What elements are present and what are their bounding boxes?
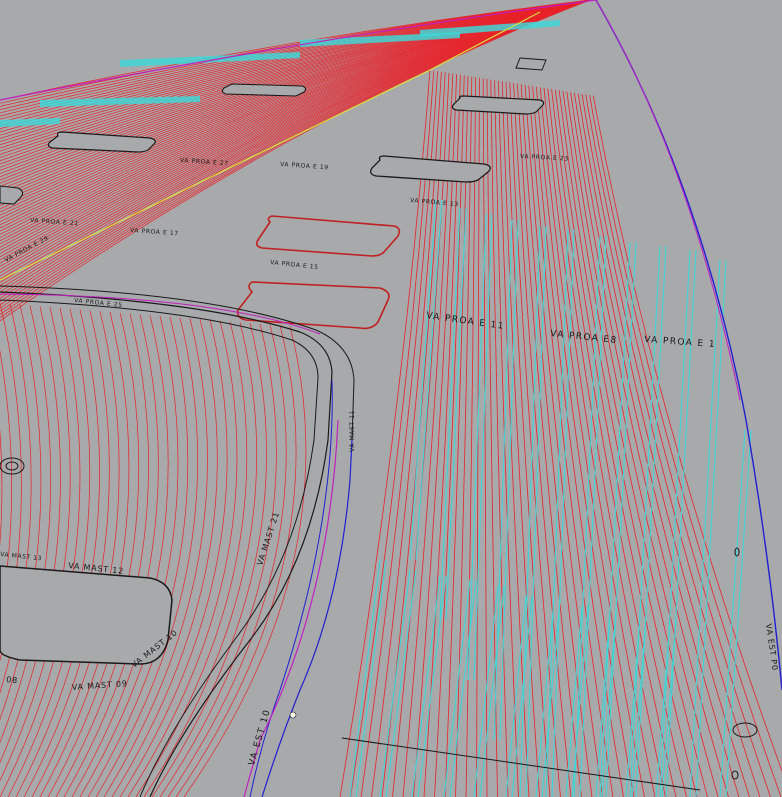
- hatch-opening[interactable]: [221, 83, 307, 97]
- hatch-opening[interactable]: [515, 57, 547, 71]
- cursor-point: [289, 711, 297, 719]
- deck-plank-drawing[interactable]: VA PROA E 11 VA PROA E8 VA PROA E 1 VA M…: [0, 0, 782, 797]
- label-mast-08: 08: [6, 675, 19, 685]
- cad-viewport[interactable]: VA PROA E 11 VA PROA E8 VA PROA E 1 VA M…: [0, 0, 782, 797]
- label-mast-11: VA MAST 11: [349, 410, 356, 452]
